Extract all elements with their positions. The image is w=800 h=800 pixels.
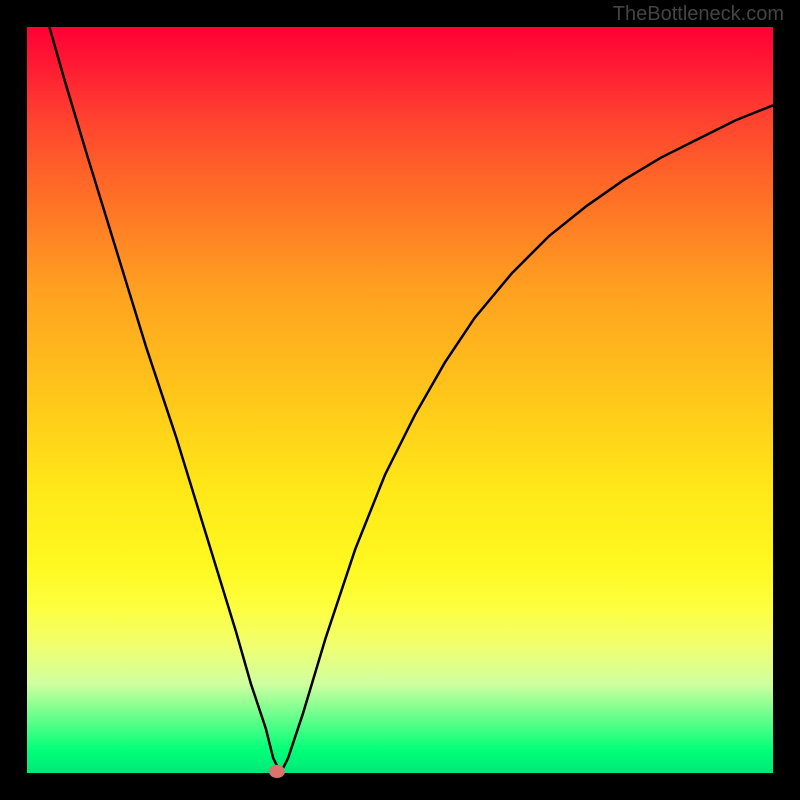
watermark-text: TheBottleneck.com <box>613 3 784 26</box>
bottleneck-curve <box>27 27 773 773</box>
optimal-point-marker <box>269 765 285 778</box>
